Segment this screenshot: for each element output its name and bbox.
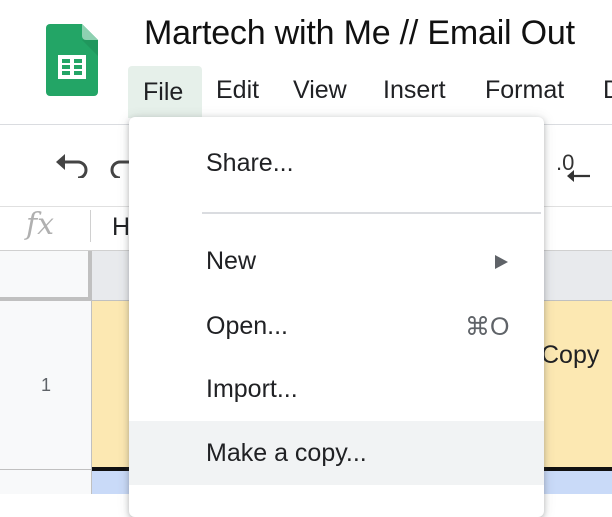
sheets-logo-icon[interactable] xyxy=(46,24,98,96)
row-header-2[interactable] xyxy=(0,470,92,494)
menu-item-make-copy[interactable]: Make a copy... xyxy=(206,439,367,468)
menu-data[interactable]: D xyxy=(603,76,612,105)
undo-icon[interactable] xyxy=(54,150,90,180)
file-menu-dropdown: Share... New Open... ⌘O Import... Make a… xyxy=(129,117,544,517)
fx-icon: fx xyxy=(26,207,55,242)
open-shortcut: ⌘O xyxy=(465,313,510,341)
row-number: 1 xyxy=(40,375,51,395)
menu-view[interactable]: View xyxy=(293,76,347,105)
menu-file[interactable]: File xyxy=(128,66,202,118)
menu-separator xyxy=(202,212,541,214)
menu-item-new[interactable]: New xyxy=(206,247,256,276)
menu-item-open[interactable]: Open... xyxy=(206,312,288,341)
menu-item-share[interactable]: Share... xyxy=(206,149,294,178)
cell-text: Copy xyxy=(541,341,600,369)
decrease-decimal-icon[interactable]: .0 xyxy=(556,150,596,184)
menu-edit[interactable]: Edit xyxy=(216,76,259,105)
document-title[interactable]: Martech with Me // Email Out xyxy=(144,14,575,53)
select-all-corner[interactable] xyxy=(0,251,92,301)
formula-input[interactable]: H xyxy=(112,213,130,242)
formula-divider xyxy=(90,210,91,242)
menu-format[interactable]: Format xyxy=(485,76,564,105)
menu-item-import[interactable]: Import... xyxy=(206,375,298,404)
menu-insert[interactable]: Insert xyxy=(383,76,446,105)
redo-icon[interactable] xyxy=(108,150,130,178)
submenu-arrow-icon xyxy=(495,255,508,269)
